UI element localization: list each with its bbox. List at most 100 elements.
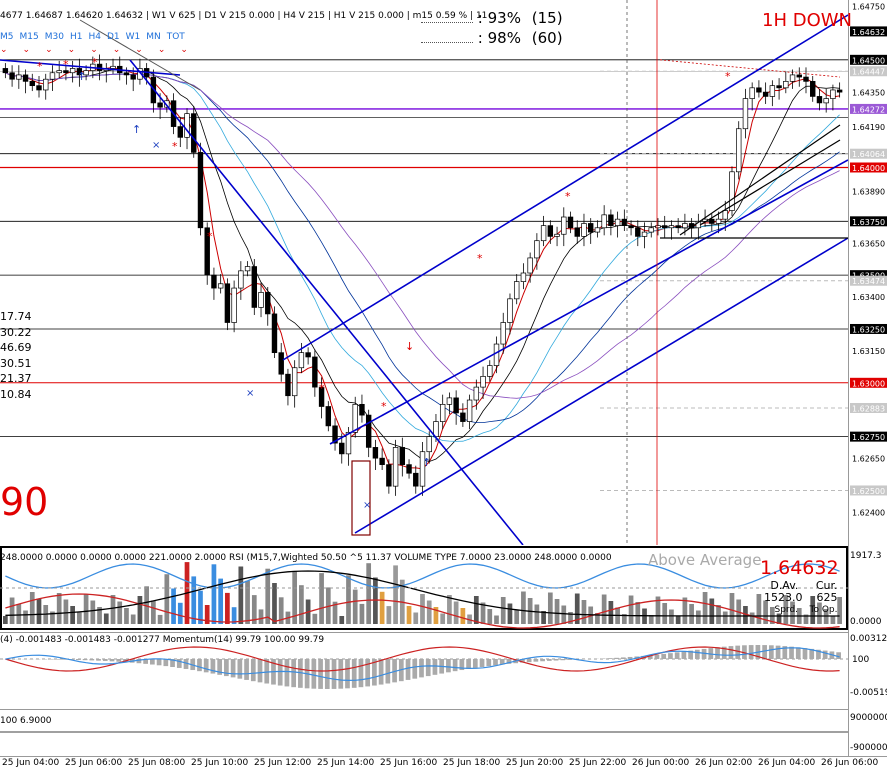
signal-marker: * [172, 140, 178, 153]
volume-bar [447, 595, 452, 624]
volume-bar [312, 613, 318, 624]
volume-bar [716, 605, 721, 624]
price-tick: 1.62750 [852, 433, 885, 442]
volume-bar [756, 594, 762, 624]
signal-marker: * [319, 382, 325, 395]
momentum-bar [546, 659, 552, 661]
momentum-bar [661, 653, 667, 659]
confidence-count-a: (15) [531, 9, 563, 27]
candle [285, 373, 291, 397]
candle [211, 274, 217, 289]
momentum-bar [197, 659, 202, 672]
panel-separator [848, 545, 849, 756]
candle [587, 223, 594, 233]
candle [561, 216, 567, 235]
candle [298, 352, 305, 369]
candle [251, 266, 258, 308]
momentum-bar [795, 647, 801, 659]
buy-arrow: ↑ [132, 123, 141, 136]
volume-bar [36, 598, 42, 624]
candle [460, 412, 466, 422]
volume-status: Above Average [648, 551, 762, 569]
moving-average [5, 69, 840, 463]
volume-bar [83, 594, 89, 624]
volume-bar [110, 595, 116, 624]
momentum-bar [419, 659, 424, 678]
candle [520, 272, 527, 282]
indicator3-label: 100 6.9000 [0, 716, 52, 726]
moving-average [5, 66, 840, 470]
volume-bar [16, 604, 22, 624]
price-tick: 1.63250 [852, 325, 885, 334]
ind2-scale-bottom: -0.00519 [850, 688, 887, 698]
to-open-label: To Op. [809, 605, 838, 615]
volume-bar [521, 591, 526, 624]
candle [493, 343, 500, 366]
candle [836, 89, 843, 93]
time-axis[interactable]: 25 Jun 04:00 25 Jun 06:00 25 Jun 08:00 25 J… [0, 756, 887, 768]
confidence-count-b: (60) [531, 29, 563, 47]
indicator2-label: (4) -0.001483 -0.001483 -0.001277 Moment… [0, 635, 325, 645]
volume-bar [225, 592, 230, 624]
price-chart[interactable]: ******** * *↓↑↑↑××× [0, 0, 848, 545]
candle [480, 375, 486, 388]
candle [9, 72, 15, 80]
trend-channel-line [679, 124, 841, 236]
candle [709, 218, 715, 224]
momentum-bar [358, 659, 364, 688]
confidence-pct-b: 98% [487, 29, 521, 47]
time-tick: 26 Jun 06:00 [821, 758, 879, 768]
momentum-bar [291, 659, 297, 688]
price-tick: 1.63650 [852, 239, 885, 248]
left-value: 10.84 [0, 387, 32, 401]
ind1-scale-bottom: 0.0000 [850, 617, 882, 627]
volume-bar [494, 615, 499, 624]
signal-marker: * [92, 56, 98, 69]
momentum-bar [715, 647, 720, 659]
volume-bar [299, 585, 304, 624]
price-axis[interactable]: 1.64750 1.64632 1.64500 1.64447 1.64350 1.642… [848, 0, 887, 545]
momentum-bar [553, 659, 559, 661]
momentum-bar [472, 659, 478, 668]
candle [756, 87, 762, 93]
confidence-box: : 93% (15) : 98% (60) [421, 9, 563, 47]
momentum-bar [768, 645, 774, 659]
left-value: 17.74 [0, 310, 32, 323]
volume-bar [635, 602, 641, 624]
left-values: 17.74 30.22 46.69 30.51 21.37 10.84 [0, 309, 32, 402]
candle [312, 356, 318, 388]
momentum-bar [244, 659, 249, 680]
candle [762, 91, 769, 97]
momentum-bar [540, 659, 545, 662]
momentum-bar [607, 658, 613, 659]
momentum-bar [277, 659, 283, 686]
candle [662, 225, 668, 229]
indicator3-panel[interactable] [0, 709, 848, 757]
candle [446, 397, 453, 405]
signal-marker: * [725, 70, 731, 83]
momentum-bar [150, 659, 155, 665]
volume-bar [373, 577, 378, 624]
momentum-bar [345, 659, 350, 689]
buy-arrow: ↑ [422, 456, 431, 469]
momentum-bar [466, 659, 471, 669]
volume-bar [90, 600, 96, 624]
candle [776, 85, 782, 89]
moving-average [5, 72, 840, 399]
time-tick: 25 Jun 16:00 [380, 758, 438, 768]
price-tick: 1.62883 [852, 405, 885, 414]
candle [466, 399, 473, 422]
volume-bar [117, 601, 123, 624]
momentum-bar [789, 646, 794, 659]
time-tick: 25 Jun 22:00 [569, 758, 627, 768]
candle [803, 76, 809, 82]
candle [487, 365, 493, 377]
candle [796, 74, 802, 78]
timeframe-arrow-icon: ⌄ [135, 45, 143, 55]
candle [473, 386, 480, 401]
trend-channel-line [354, 237, 848, 534]
volume-bar [702, 592, 708, 624]
volume-bar [837, 597, 842, 624]
time-tick: 25 Jun 20:00 [506, 758, 564, 768]
volume-bar [554, 599, 560, 624]
